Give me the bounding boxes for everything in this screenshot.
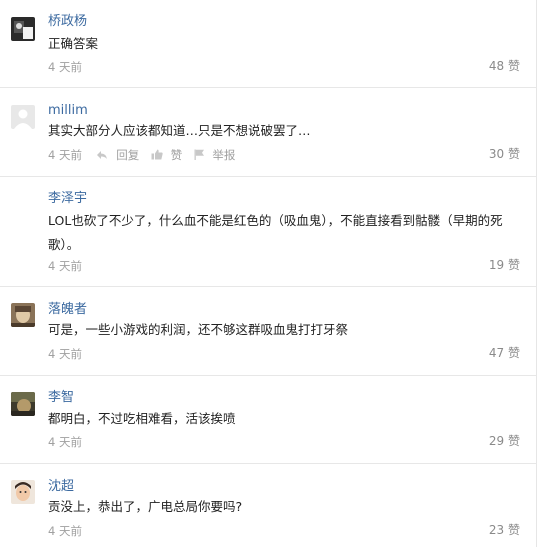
timestamp: 4 天前 xyxy=(48,147,82,162)
avatar-icon[interactable] xyxy=(11,303,35,327)
comment-item: 桥政杨 正确答案 4 天前 48 赞 xyxy=(0,0,536,88)
like-count[interactable]: 48 赞 xyxy=(489,59,520,73)
timestamp: 4 天前 xyxy=(48,258,82,273)
username-link[interactable]: 李智 xyxy=(48,390,74,406)
like-count[interactable]: 47 赞 xyxy=(489,346,520,360)
reply-button[interactable]: 回复 xyxy=(116,148,139,162)
thumbs-up-icon[interactable] xyxy=(151,149,163,160)
comment-text: 都明白，不过吃相难看，活该挨喷 xyxy=(48,411,236,426)
comment-text: 其实大部分人应该都知道…只是不想说破罢了… xyxy=(48,123,311,138)
default-avatar-icon[interactable] xyxy=(11,105,35,129)
comment-meta: 4 天前 xyxy=(48,434,82,449)
comment-list: 桥政杨 正确答案 4 天前 48 赞 millim 其实大部分人应该都知道…只是… xyxy=(0,0,537,547)
comment-item: millim 其实大部分人应该都知道…只是不想说破罢了… 4 天前 回复 赞 举… xyxy=(0,88,536,177)
username-link[interactable]: millim xyxy=(48,103,88,119)
comment-meta: 4 天前 回复 赞 举报 xyxy=(48,147,235,162)
timestamp: 4 天前 xyxy=(48,523,82,538)
like-count[interactable]: 29 赞 xyxy=(489,434,520,448)
flag-icon[interactable] xyxy=(194,149,205,160)
report-button[interactable]: 举报 xyxy=(212,148,235,162)
timestamp: 4 天前 xyxy=(48,346,82,361)
username-link[interactable]: 桥政杨 xyxy=(48,14,87,30)
comment-meta: 4 天前 xyxy=(48,258,82,273)
like-count[interactable]: 30 赞 xyxy=(489,147,520,161)
comment-text: 可是，一些小游戏的利润，还不够这群吸血鬼打打牙祭 xyxy=(48,322,349,337)
like-count[interactable]: 19 赞 xyxy=(489,258,520,272)
username-link[interactable]: 李泽宇 xyxy=(48,191,87,207)
comment-item: 落魄者 可是，一些小游戏的利润，还不够这群吸血鬼打打牙祭 4 天前 47 赞 xyxy=(0,287,536,376)
comment-text: LOL也砍了不少了，什么血不能是红色的（吸血鬼），不能直接看到骷髅（早期的死歌）… xyxy=(48,213,503,252)
avatar-icon[interactable] xyxy=(11,17,35,41)
comment-item: 沈超 贡没上，恭出了，广电总局你要吗? 4 天前 23 赞 xyxy=(0,464,536,547)
username-link[interactable]: 落魄者 xyxy=(48,302,87,318)
like-count[interactable]: 23 赞 xyxy=(489,523,520,537)
timestamp: 4 天前 xyxy=(48,59,82,74)
timestamp: 4 天前 xyxy=(48,434,82,449)
comment-text: 贡没上，恭出了，广电总局你要吗? xyxy=(48,499,243,514)
comment-item: 李泽宇 LOL也砍了不少了，什么血不能是红色的（吸血鬼），不能直接看到骷髅（早期… xyxy=(0,177,536,287)
comment-meta: 4 天前 xyxy=(48,346,82,361)
comment-text: 正确答案 xyxy=(48,36,99,51)
like-button[interactable]: 赞 xyxy=(171,148,183,162)
reply-icon[interactable] xyxy=(96,150,108,160)
username-link[interactable]: 沈超 xyxy=(48,479,74,495)
comment-meta: 4 天前 xyxy=(48,523,82,538)
comment-meta: 4 天前 xyxy=(48,59,82,74)
avatar-icon[interactable] xyxy=(11,392,35,416)
avatar-icon[interactable] xyxy=(11,480,35,504)
comment-item: 李智 都明白，不过吃相难看，活该挨喷 4 天前 29 赞 xyxy=(0,376,536,464)
